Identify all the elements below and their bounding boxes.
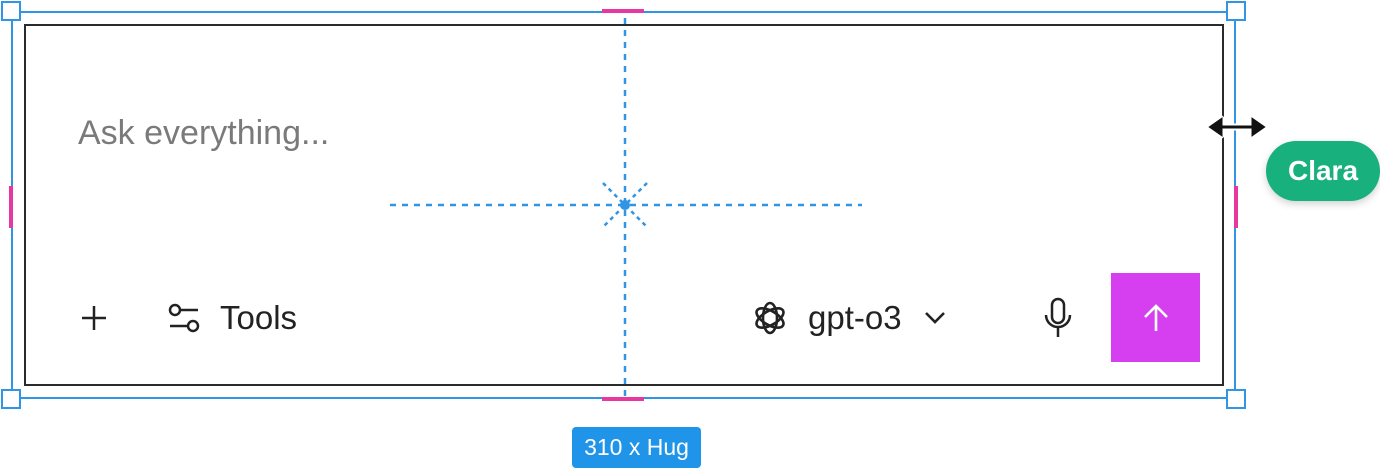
sliders-icon [168, 303, 200, 333]
midpoint-marker-left[interactable] [9, 186, 13, 228]
tools-button[interactable]: Tools [164, 294, 297, 342]
collaborator-cursor-label: Clara [1266, 141, 1380, 201]
arrow-up-icon [1143, 303, 1168, 331]
resize-handle-top-right[interactable] [1226, 1, 1246, 21]
resize-handle-bottom-right[interactable] [1226, 389, 1246, 409]
midpoint-marker-right[interactable] [1234, 186, 1238, 228]
chevron-down-icon [924, 312, 945, 324]
openai-logo-icon [755, 301, 785, 335]
model-label: gpt-o3 [808, 299, 902, 336]
model-selector[interactable]: gpt-o3 [750, 292, 950, 344]
microphone-icon [1044, 297, 1072, 337]
midpoint-marker-bottom [602, 397, 644, 401]
send-button[interactable] [1111, 273, 1200, 362]
resize-handle-bottom-left[interactable] [1, 389, 21, 409]
size-label: 310 x Hug [572, 427, 701, 468]
plus-icon [82, 306, 106, 330]
microphone-button[interactable] [1036, 294, 1080, 342]
resize-handle-top-left[interactable] [1, 1, 21, 21]
midpoint-marker-top [602, 9, 644, 13]
tools-label: Tools [220, 299, 298, 336]
prompt-input[interactable] [78, 108, 678, 158]
horizontal-resize-cursor-icon [1206, 115, 1268, 139]
add-button[interactable] [74, 296, 114, 340]
